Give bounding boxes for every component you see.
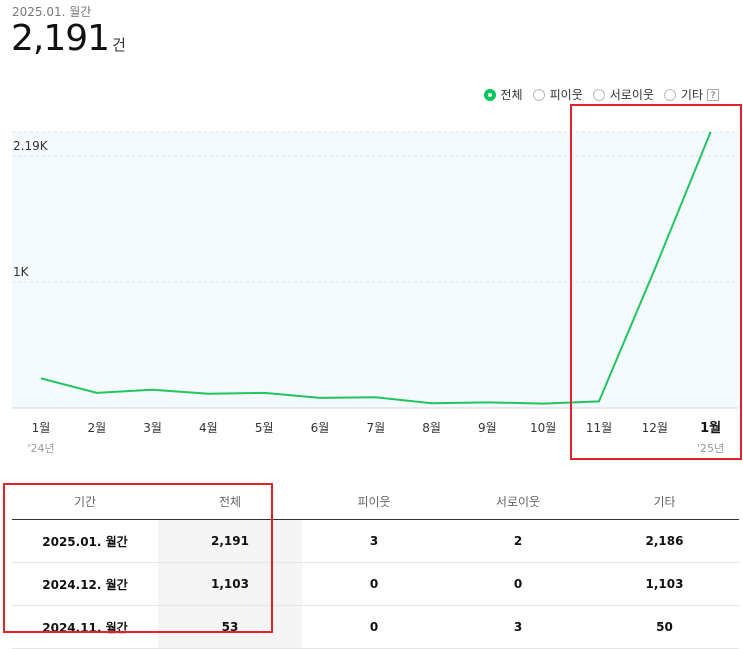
x-tick-label: 1월	[32, 421, 51, 435]
x-tick-label: 4월	[199, 421, 218, 435]
cell-other: 2,186	[590, 519, 739, 563]
legend-option-other[interactable]: 기타 ?	[663, 86, 719, 103]
table-header-row: 기간 전체 피이웃 서로이웃 기타	[12, 483, 739, 520]
cell-other: 50	[590, 605, 739, 649]
x-tick-label: 8월	[422, 421, 441, 435]
help-icon[interactable]: ?	[707, 88, 719, 101]
table-row: 2025.01. 월간 2,191 3 2 2,186	[12, 519, 739, 563]
plot-background	[12, 132, 738, 408]
cell-total: 53	[158, 605, 302, 649]
radio-icon[interactable]	[532, 88, 545, 101]
total-count: 2,191 건	[11, 18, 126, 59]
x-tick-label: 7월	[366, 421, 385, 435]
radio-checked-icon[interactable]	[483, 88, 496, 101]
y-tick-label: 2.19K	[13, 139, 49, 153]
legend-option-mutual[interactable]: 서로이웃	[592, 86, 654, 103]
legend-label-mutual: 서로이웃	[609, 88, 654, 102]
cell-period: 2024.11. 월간	[12, 605, 158, 649]
year-label: '25년	[697, 442, 724, 455]
radio-icon[interactable]	[592, 88, 605, 101]
cell-other: 1,103	[590, 562, 739, 606]
x-tick-label: 6월	[311, 421, 330, 435]
y-tick-label: 1K	[13, 265, 30, 279]
cell-neighbor: 3	[302, 519, 446, 563]
header-period: 기간	[12, 483, 158, 520]
legend-label-neighbor: 피이웃	[549, 88, 583, 102]
header-neighbor: 피이웃	[302, 483, 446, 520]
stats-table: 기간 전체 피이웃 서로이웃 기타 2025.01. 월간 2,191 3 2 …	[12, 483, 739, 649]
x-tick-label: 12월	[642, 421, 668, 435]
legend-option-all[interactable]: 전체	[483, 86, 523, 103]
x-tick-label: 11월	[586, 421, 612, 435]
table-row: 2024.12. 월간 1,103 0 0 1,103	[12, 562, 739, 606]
x-tick-label: 10월	[530, 421, 556, 435]
cell-period: 2025.01. 월간	[12, 519, 158, 563]
header-mutual: 서로이웃	[446, 483, 590, 520]
x-tick-label: 2월	[87, 421, 106, 435]
x-tick-label: 9월	[478, 421, 497, 435]
x-tick-label: 3월	[143, 421, 162, 435]
table-row: 2024.11. 월간 53 0 3 50	[12, 605, 739, 649]
radio-icon[interactable]	[663, 88, 676, 101]
cell-period: 2024.12. 월간	[12, 562, 158, 606]
cell-neighbor: 0	[302, 605, 446, 649]
total-number: 2,191	[11, 18, 110, 59]
header-other: 기타	[590, 483, 739, 520]
cell-mutual: 2	[446, 519, 590, 563]
legend-label-other: 기타	[680, 88, 703, 102]
cell-neighbor: 0	[302, 562, 446, 606]
cell-total: 1,103	[158, 562, 302, 606]
x-tick-label: 1월	[700, 420, 721, 436]
cell-mutual: 3	[446, 605, 590, 649]
legend-option-neighbor[interactable]: 피이웃	[532, 86, 583, 103]
header-total: 전체	[158, 483, 302, 520]
legend: 전체 피이웃 서로이웃 기타 ?	[474, 86, 719, 103]
legend-label-all: 전체	[500, 88, 523, 102]
total-unit: 건	[112, 36, 126, 54]
year-label: '24년	[27, 442, 54, 455]
cell-mutual: 0	[446, 562, 590, 606]
x-tick-label: 5월	[255, 421, 274, 435]
cell-total: 2,191	[158, 519, 302, 563]
line-chart: 1K 2.19K 1월 2월 3월 4월 5월 6월 7월 8월 9월 10월 11월 12월 1월 '24년…	[12, 131, 738, 455]
